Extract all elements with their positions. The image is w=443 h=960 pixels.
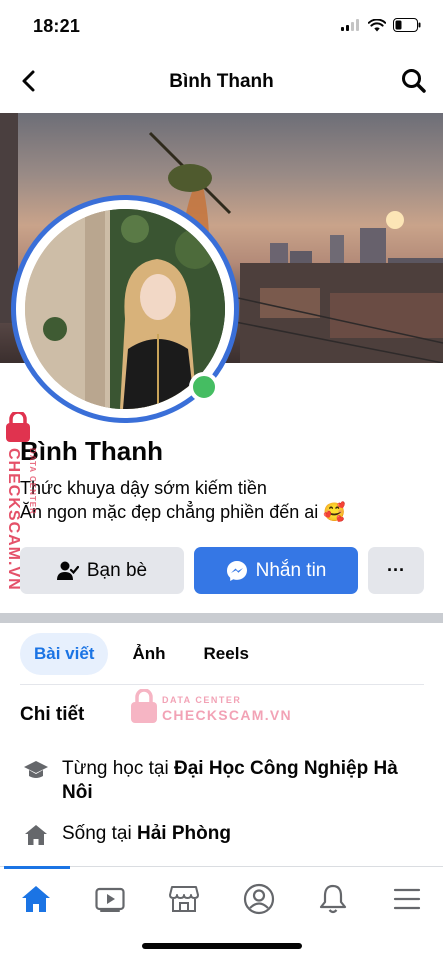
messenger-icon: [226, 560, 247, 581]
bio-line-1: Thức khuya dậy sớm kiếm tiền: [20, 478, 267, 498]
active-tab-indicator: [4, 866, 70, 869]
message-button-label: Nhắn tin: [255, 559, 327, 581]
watermark-side-main: CHECKSCAM.VN: [5, 448, 22, 591]
tabs-divider: [20, 684, 424, 685]
nav-notifications[interactable]: [313, 881, 353, 917]
friends-button[interactable]: Bạn bè: [20, 547, 184, 594]
lock-icon: [6, 412, 30, 442]
home-icon: [22, 886, 50, 912]
nav-home[interactable]: [16, 881, 56, 917]
menu-icon: [393, 888, 421, 910]
friends-button-label: Bạn bè: [86, 559, 148, 581]
graduation-cap-icon: [20, 757, 52, 783]
battery-icon: [393, 18, 421, 32]
profile-bio: Thức khuya dậy sớm kiếm tiền Ăn ngon mặc…: [20, 476, 346, 524]
detail-education-text: Từng học tại Đại Học Công Nghiệp Hà Nôi: [62, 757, 420, 805]
location-prefix: Sống tại: [62, 823, 137, 844]
wifi-icon: [368, 18, 386, 31]
status-time: 18:21: [33, 16, 81, 36]
home-location-icon: [20, 822, 52, 848]
education-prefix: Từng học tại: [62, 758, 174, 779]
detail-location-text: Sống tại Hải Phòng: [62, 822, 231, 846]
online-status-dot: [189, 372, 219, 402]
emoji-smiling-hearts: 🥰: [323, 502, 346, 522]
detail-location: Sống tại Hải Phòng: [20, 822, 231, 848]
profile-header: Bình Thanh: [0, 52, 443, 112]
watermark-lock-icon: [131, 689, 157, 723]
nav-video[interactable]: [90, 881, 130, 917]
friends-check-icon: [56, 561, 79, 580]
signal-icon: [341, 19, 359, 31]
tab-photos[interactable]: Ảnh: [118, 633, 179, 675]
message-button[interactable]: Nhắn tin: [194, 547, 358, 594]
profile-name: Bình Thanh: [20, 436, 163, 466]
video-icon: [95, 887, 125, 912]
profile-icon: [243, 883, 275, 915]
tab-reels[interactable]: Reels: [190, 633, 263, 675]
nav-profile[interactable]: [239, 881, 279, 917]
bio-line-2: Ăn ngon mặc đẹp chẳng phiền đến ai 🥰: [20, 500, 346, 524]
nav-marketplace[interactable]: [164, 881, 204, 917]
details-title: Chi tiết: [20, 704, 85, 725]
bell-icon: [319, 884, 347, 914]
location-place[interactable]: Hải Phòng: [137, 823, 231, 844]
tab-posts[interactable]: Bài viết: [20, 633, 109, 675]
bio-line-2-text: Ăn ngon mặc đẹp chẳng phiền đến ai: [20, 502, 319, 522]
watermark-side-sub: DATA CENTER: [28, 448, 37, 515]
watermark-center-sub: DATA CENTER: [162, 695, 242, 705]
nav-menu[interactable]: [387, 881, 427, 917]
profile-tabs: Bài viết Ảnh Reels: [20, 633, 263, 675]
more-options-button[interactable]: ···: [368, 547, 424, 594]
page-title: Bình Thanh: [169, 71, 274, 92]
status-icons: [341, 18, 421, 32]
status-bar: 18:21: [0, 0, 443, 52]
section-divider: [0, 613, 443, 623]
home-indicator: [142, 943, 302, 949]
profile-avatar-ring[interactable]: [11, 195, 239, 423]
profile-actions: Bạn bè Nhắn tin ···: [20, 547, 424, 595]
search-button[interactable]: [399, 66, 429, 96]
marketplace-icon: [169, 886, 199, 912]
search-icon: [402, 69, 426, 93]
more-icon: ···: [387, 560, 405, 580]
detail-education: Từng học tại Đại Học Công Nghiệp Hà Nôi: [20, 757, 420, 805]
watermark-center-main: CHECKSCAM.VN: [162, 707, 292, 723]
